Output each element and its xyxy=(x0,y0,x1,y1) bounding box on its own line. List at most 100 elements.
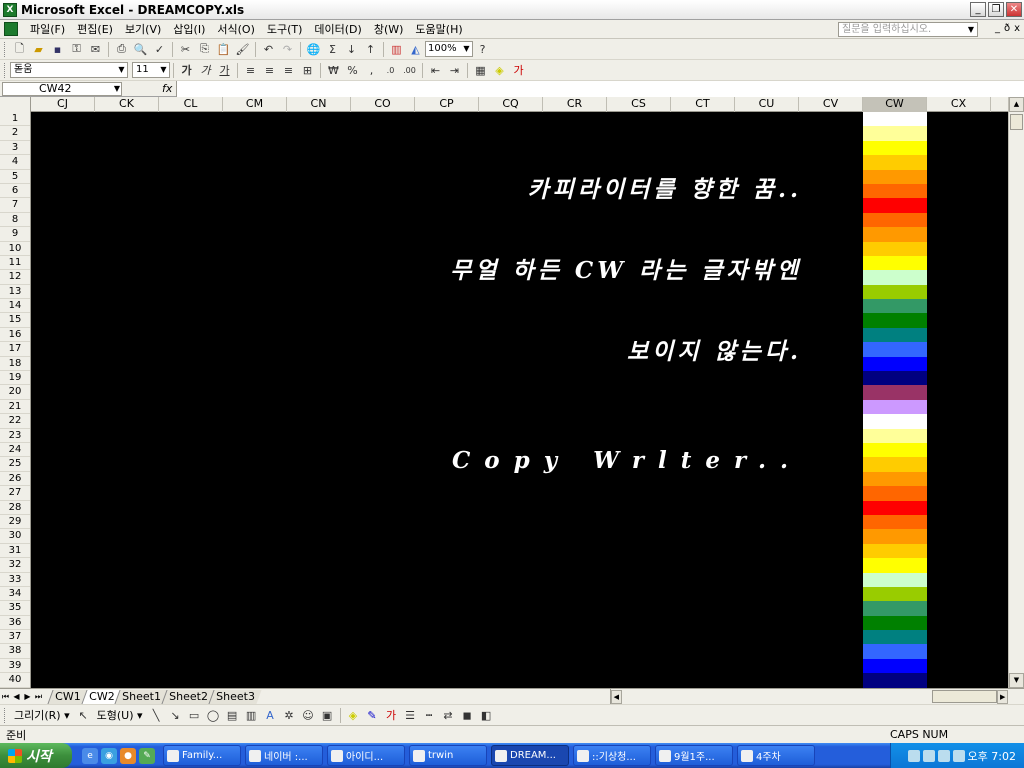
color-cell[interactable] xyxy=(863,284,927,300)
column-header-cp[interactable]: CP xyxy=(415,97,479,112)
align-center-icon[interactable]: ≡ xyxy=(261,62,278,79)
workbook-icon[interactable] xyxy=(4,22,18,36)
color-cell[interactable] xyxy=(863,212,927,228)
row-header-6[interactable]: 6 xyxy=(0,184,30,199)
menu-window[interactable]: 창(W) xyxy=(368,21,410,37)
color-cell[interactable] xyxy=(863,342,927,357)
rectangle-icon[interactable]: ▭ xyxy=(186,707,203,724)
color-cell[interactable] xyxy=(863,529,927,544)
vertical-scroll-thumb[interactable] xyxy=(1010,114,1023,130)
menu-view[interactable]: 보기(V) xyxy=(119,21,167,37)
color-cell[interactable] xyxy=(863,644,927,659)
help-icon[interactable]: ? xyxy=(474,41,491,58)
italic-icon[interactable]: 가 xyxy=(197,62,214,79)
menu-tools[interactable]: 도구(T) xyxy=(261,21,309,37)
scroll-right-icon[interactable]: ▶ xyxy=(997,689,1008,704)
internet-explorer-icon[interactable]: e xyxy=(82,747,98,764)
taskbar-button[interactable]: 4주차 xyxy=(737,745,815,766)
row-header-17[interactable]: 17 xyxy=(0,342,30,357)
column-header-cv[interactable]: CV xyxy=(799,97,863,112)
font-color-icon[interactable]: 가 xyxy=(510,62,527,79)
row-header-38[interactable]: 38 xyxy=(0,644,30,659)
taskbar-button[interactable]: 네이버 :... xyxy=(245,745,323,766)
color-cell[interactable] xyxy=(863,601,927,616)
color-cell[interactable] xyxy=(863,126,927,141)
font-name-select[interactable]: 돋움 ▼ xyxy=(10,62,128,78)
color-cell[interactable] xyxy=(863,673,927,688)
row-header-25[interactable]: 25 xyxy=(0,457,30,472)
prev-sheet-icon[interactable]: ◀ xyxy=(11,692,22,701)
vertical-textbox-icon[interactable]: ▥ xyxy=(243,707,260,724)
menu-data[interactable]: 데이터(D) xyxy=(308,21,367,37)
save-icon[interactable]: ▪ xyxy=(49,41,66,58)
color-cell[interactable] xyxy=(863,442,927,458)
taskbar-button[interactable]: 9월1주... xyxy=(655,745,733,766)
row-header-10[interactable]: 10 xyxy=(0,242,30,256)
row-header-24[interactable]: 24 xyxy=(0,443,30,458)
color-cell[interactable] xyxy=(863,486,927,501)
oval-icon[interactable]: ◯ xyxy=(205,707,222,724)
row-header-12[interactable]: 12 xyxy=(0,270,30,285)
color-cell[interactable] xyxy=(863,457,927,472)
row-header-13[interactable]: 13 xyxy=(0,285,30,300)
draw-menu-button[interactable]: 그리기(R) ▾ xyxy=(10,707,74,723)
fill-color-icon[interactable]: ◈ xyxy=(491,62,508,79)
bold-icon[interactable]: 가 xyxy=(178,62,195,79)
workbook-close-button[interactable]: x xyxy=(1014,23,1020,34)
row-header-3[interactable]: 3 xyxy=(0,141,30,156)
menu-file[interactable]: 파일(F) xyxy=(24,21,71,37)
chevron-down-icon[interactable]: ▼ xyxy=(965,23,977,36)
underline-icon[interactable]: 가 xyxy=(216,62,233,79)
fill-color-icon[interactable]: ◈ xyxy=(345,707,362,724)
column-header-cw[interactable]: CW xyxy=(863,97,927,112)
row-header-26[interactable]: 26 xyxy=(0,472,30,487)
taskbar-button[interactable]: DREAM... xyxy=(491,745,569,766)
explorer-icon[interactable]: ◉ xyxy=(101,747,117,764)
formula-input[interactable] xyxy=(176,81,1024,97)
color-cell[interactable] xyxy=(863,658,927,674)
percent-icon[interactable]: % xyxy=(344,62,361,79)
chevron-down-icon[interactable]: ▼ xyxy=(461,42,472,56)
column-header-cx[interactable]: CX xyxy=(927,97,991,112)
new-icon[interactable]: 🗋 xyxy=(11,41,28,58)
scroll-down-icon[interactable]: ▼ xyxy=(1009,673,1024,688)
scroll-left-icon[interactable]: ◀ xyxy=(611,689,622,704)
line-style-icon[interactable]: ☰ xyxy=(402,707,419,724)
row-header-11[interactable]: 11 xyxy=(0,256,30,271)
last-sheet-icon[interactable]: ⏭ xyxy=(33,692,44,702)
color-cell[interactable] xyxy=(863,356,927,372)
tab-sheet1[interactable]: Sheet1 xyxy=(114,689,168,704)
column-header-cn[interactable]: CN xyxy=(287,97,351,112)
color-cell[interactable] xyxy=(863,183,927,199)
menu-edit[interactable]: 편집(E) xyxy=(71,21,119,37)
taskbar-button[interactable]: ::기상청... xyxy=(573,745,651,766)
close-button[interactable]: ✕ xyxy=(1006,2,1022,17)
worksheet-grid[interactable]: 카피라이터를 향한 꿈.. 무얼 하든 CW 라는 글자밖엔 보이지 않는다. … xyxy=(31,112,1008,688)
first-sheet-icon[interactable]: ⏮ xyxy=(0,692,11,702)
horizontal-scroll-thumb[interactable] xyxy=(931,690,998,703)
row-header-9[interactable]: 9 xyxy=(0,227,30,242)
line-icon[interactable]: ╲ xyxy=(148,707,165,724)
wordart-icon[interactable]: A xyxy=(262,707,279,724)
color-cell[interactable] xyxy=(863,471,927,487)
color-cell[interactable] xyxy=(863,428,927,443)
row-header-8[interactable]: 8 xyxy=(0,213,30,228)
arrow-style-icon[interactable]: ⇄ xyxy=(440,707,457,724)
decrease-decimal-icon[interactable]: .00 xyxy=(401,62,418,79)
media-icon[interactable]: ● xyxy=(120,747,136,764)
row-header-30[interactable]: 30 xyxy=(0,529,30,544)
color-stripe-column[interactable] xyxy=(863,112,927,688)
diagram-icon[interactable]: ✲ xyxy=(281,707,298,724)
horizontal-scrollbar[interactable]: ◀ ▶ xyxy=(610,689,1008,704)
color-cell[interactable] xyxy=(863,227,927,242)
color-cell[interactable] xyxy=(863,198,927,213)
borders-icon[interactable]: ▦ xyxy=(472,62,489,79)
color-cell[interactable] xyxy=(863,255,927,271)
color-cell[interactable] xyxy=(863,371,927,386)
chart-wizard-icon[interactable]: ▥ xyxy=(388,41,405,58)
color-cell[interactable] xyxy=(863,155,927,170)
column-header-cq[interactable]: CQ xyxy=(479,97,543,112)
row-header-2[interactable]: 2 xyxy=(0,126,30,141)
color-cell[interactable] xyxy=(863,500,927,515)
select-objects-icon[interactable]: ↖ xyxy=(75,707,92,724)
